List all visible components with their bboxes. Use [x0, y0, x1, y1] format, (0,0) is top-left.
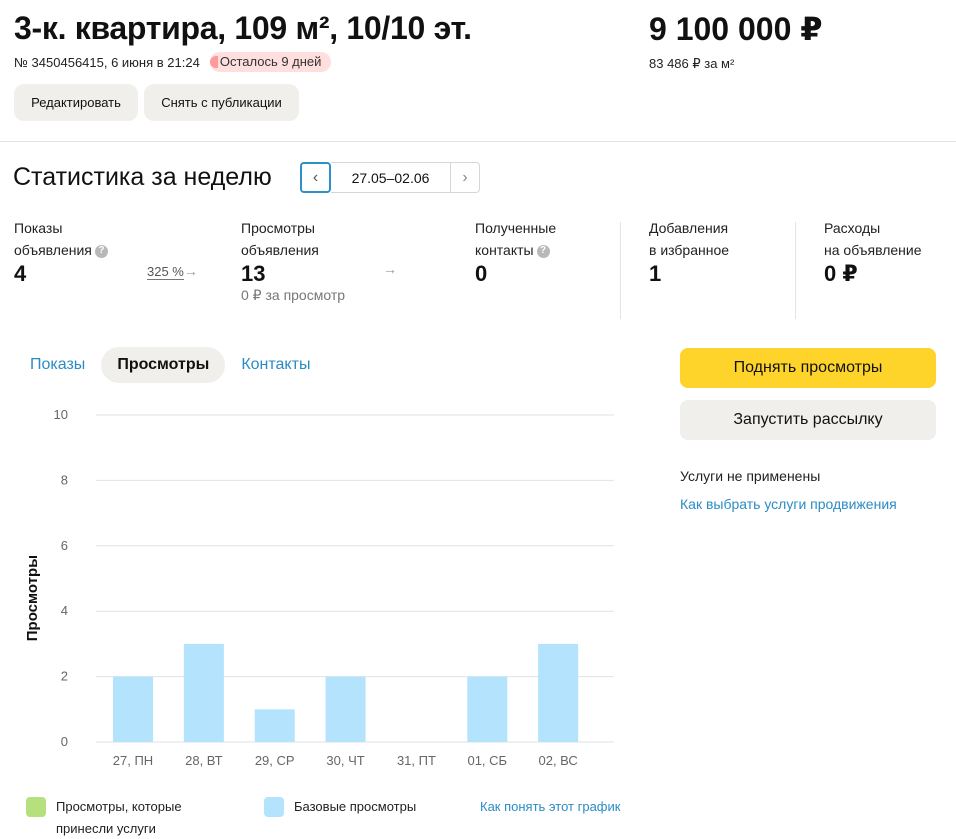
price: 9 100 000 ₽ — [649, 11, 823, 47]
bar-base — [538, 643, 579, 742]
tab-impressions[interactable]: Показы — [14, 347, 101, 383]
legend-paid: Просмотры, которые принесли услуги — [26, 796, 182, 839]
days-left-text: Осталось 9 дней — [219, 54, 322, 69]
change-percent: 325 % — [147, 264, 184, 280]
x-tick-label: 28, ВТ — [185, 753, 222, 768]
x-tick-label: 30, ЧТ — [326, 753, 364, 768]
legend-label: Просмотры, которые — [56, 799, 182, 814]
y-tick-label: 10 — [54, 407, 68, 422]
metric-value: 13 — [241, 261, 266, 286]
stats-title: Статистика за неделю — [13, 163, 272, 191]
metric-label: в избранное — [649, 242, 730, 258]
legend-label: принесли услуги — [56, 821, 156, 836]
metric-label-line2: контакты? — [475, 239, 556, 261]
question-icon[interactable]: ? — [94, 244, 108, 258]
raise-views-button[interactable]: Поднять просмотры — [680, 348, 936, 388]
metric-label: Расходы — [824, 220, 881, 236]
metric-label: Показы — [14, 220, 63, 236]
metric-value: 0 — [475, 261, 488, 286]
cost-per-view: 0 ₽ за просмотр — [241, 287, 346, 303]
promotion-help-link[interactable]: Как выбрать услуги продвижения — [680, 496, 897, 512]
arrow-right-icon: → — [183, 263, 198, 279]
chevron-right-icon[interactable]: › — [450, 162, 480, 193]
price-per-sqm: 83 486 ₽ за м² — [649, 56, 735, 71]
y-tick-label: 8 — [61, 472, 68, 487]
metric-views: Просмотры объявления 13 0 ₽ за просмотр — [241, 217, 345, 304]
metric-value: 4 — [14, 261, 27, 286]
date-range-label: 27.05–02.06 — [331, 162, 450, 193]
legend-label-paid: Просмотры, которые принесли услуги — [56, 796, 182, 839]
days-left-badge: Осталось 9 дней — [209, 52, 332, 72]
metric-impressions: Показы объявления? 4 — [14, 217, 108, 287]
y-tick-label: 4 — [61, 603, 68, 618]
x-tick-label: 27, ПН — [113, 753, 153, 768]
arrow-right-icon: → — [383, 261, 397, 277]
y-tick-label: 0 — [61, 734, 68, 749]
metric-label: контакты — [475, 242, 534, 258]
legend-swatch-base — [264, 797, 284, 817]
bar-base — [467, 676, 508, 742]
metric-label: на объявление — [824, 242, 922, 258]
y-axis-label: Просмотры — [24, 555, 41, 641]
unpublish-button[interactable]: Снять с публикации — [144, 84, 299, 121]
impressions-change: 325 %→ — [147, 263, 198, 280]
services-status: Услуги не применены — [680, 468, 821, 484]
metric-favorites: Добавления в избранное 1 — [649, 217, 729, 287]
date-range-selector: ‹ 27.05–02.06 › — [300, 162, 480, 193]
legend-label: Базовые просмотры — [294, 799, 417, 814]
listing-id-date: № 3450456415, 6 июня в 21:24 — [14, 54, 200, 70]
x-tick-label: 02, ВС — [538, 753, 577, 768]
metric-label-line2: объявления? — [14, 239, 108, 261]
metric-label: объявления — [241, 242, 319, 258]
metric-expenses: Расходы на объявление 0 ₽ — [824, 217, 922, 287]
views-chart: 0 2 4 6 8 10 Просмотры 27, ПН 28, ВТ 29, СР 30, ЧТ… — [24, 407, 614, 768]
bar-base — [183, 643, 224, 742]
metric-value: 1 — [649, 261, 662, 286]
tab-views[interactable]: Просмотры — [101, 347, 226, 383]
metric-value: 0 ₽ — [824, 261, 858, 286]
bar-base — [254, 709, 295, 742]
tab-contacts[interactable]: Контакты — [225, 347, 326, 383]
y-tick-label: 2 — [61, 669, 68, 684]
x-tick-label: 29, СР — [255, 753, 295, 768]
chart-tabs: Показы Просмотры Контакты — [14, 347, 326, 383]
bar-base — [113, 676, 153, 742]
metric-label: объявления — [14, 242, 92, 258]
x-tick-label: 31, ПТ — [397, 753, 436, 768]
metric-label: Добавления — [649, 220, 729, 236]
y-tick-label: 6 — [61, 538, 68, 553]
listing-meta: № 3450456415, 6 июня в 21:24 Осталось 9 … — [14, 52, 332, 72]
chevron-left-icon[interactable]: ‹ — [300, 162, 331, 193]
legend-swatch-paid — [26, 797, 46, 817]
bar-base — [325, 676, 366, 742]
legend-base: Базовые просмотры — [264, 796, 416, 818]
metric-divider — [620, 222, 621, 319]
start-mailing-button[interactable]: Запустить рассылку — [680, 400, 936, 440]
listing-title: 3-к. квартира, 109 м², 10/10 эт. — [14, 10, 472, 46]
question-icon[interactable]: ? — [536, 244, 550, 258]
metric-label: Просмотры — [241, 220, 315, 236]
metric-divider — [795, 222, 796, 319]
chart-help-link[interactable]: Как понять этот график — [480, 796, 620, 818]
metric-label: Полученные — [475, 220, 557, 236]
edit-button[interactable]: Редактировать — [14, 84, 138, 121]
x-tick-label: 01, СБ — [467, 753, 507, 768]
badge-marker-icon — [209, 55, 218, 68]
header-divider — [0, 141, 956, 142]
metric-contacts: Полученные контакты? 0 — [475, 217, 556, 287]
